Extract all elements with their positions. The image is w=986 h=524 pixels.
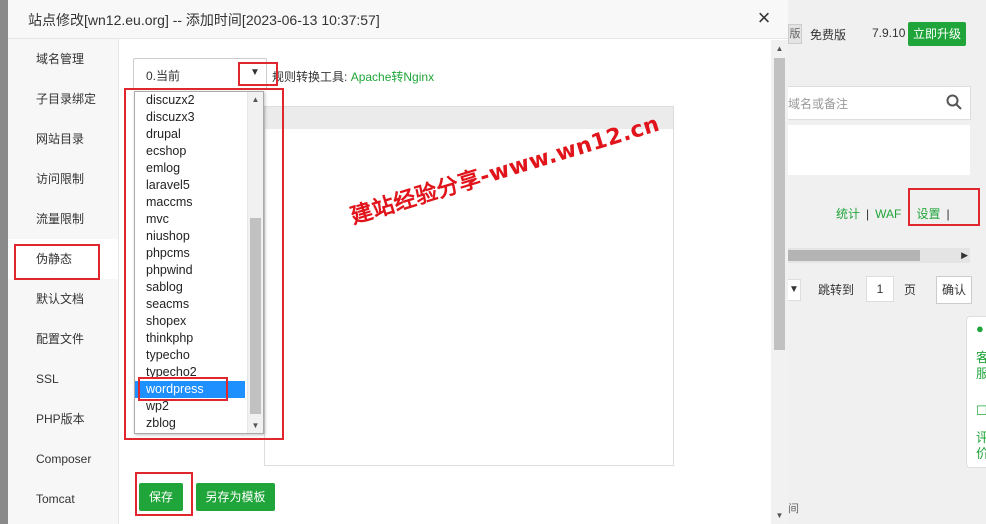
jump-to-label: 跳转到 bbox=[818, 283, 855, 297]
option-typecho[interactable]: typecho bbox=[135, 347, 245, 364]
rewrite-options-list[interactable]: discuzx2 discuzx3 drupal ecshop emlog la… bbox=[134, 91, 264, 434]
waf-link[interactable]: WAF bbox=[875, 207, 901, 221]
version-number: 7.9.10 bbox=[872, 26, 906, 40]
scroll-up-icon[interactable]: ▲ bbox=[771, 40, 788, 57]
option-laravel5[interactable]: laravel5 bbox=[135, 177, 245, 194]
dialog-title: 站点修改[wn12.eu.org] -- 添加时间[2023-06-13 10:… bbox=[28, 12, 380, 28]
option-mvc[interactable]: mvc bbox=[135, 211, 245, 228]
confirm-page-button[interactable]: 确认 bbox=[936, 276, 972, 304]
option-thinkphp[interactable]: thinkphp bbox=[135, 330, 245, 347]
page-number-input[interactable]: 1 bbox=[866, 276, 894, 302]
feedback-icon: ☐ bbox=[976, 403, 986, 418]
scroll-down-icon[interactable]: ▼ bbox=[248, 418, 263, 433]
option-maccms[interactable]: maccms bbox=[135, 194, 245, 211]
site-edit-dialog: 站点修改[wn12.eu.org] -- 添加时间[2023-06-13 10:… bbox=[8, 0, 788, 524]
option-seacms[interactable]: seacms bbox=[135, 296, 245, 313]
free-edition-label: 免费版 bbox=[810, 28, 847, 42]
upgrade-button[interactable]: 立即升级 bbox=[908, 22, 966, 46]
option-sablog[interactable]: sablog bbox=[135, 279, 245, 296]
nav-default-document[interactable]: 默认文档 bbox=[8, 279, 118, 319]
close-icon[interactable]: × bbox=[754, 7, 774, 29]
nav-rewrite[interactable]: 伪静态 bbox=[8, 239, 118, 279]
converter-label: 规则转换工具: bbox=[272, 70, 348, 84]
dropdown-scrollbar[interactable]: ▲ ▼ bbox=[247, 92, 263, 433]
option-shopex[interactable]: shopex bbox=[135, 313, 245, 330]
panel-char: 价 bbox=[976, 446, 986, 461]
nav-site-directory[interactable]: 网站目录 bbox=[8, 119, 118, 159]
option-ecshop[interactable]: ecshop bbox=[135, 143, 245, 160]
horizontal-scrollbar[interactable]: ▶ bbox=[788, 248, 970, 263]
stats-link[interactable]: 统计 bbox=[836, 207, 860, 221]
option-discuzx2[interactable]: discuzx2 bbox=[135, 92, 245, 109]
nav-tomcat[interactable]: Tomcat bbox=[8, 479, 118, 519]
search-placeholder: 域名或备注 bbox=[788, 97, 849, 111]
scroll-right-icon[interactable]: ▶ bbox=[961, 250, 968, 261]
nav-subdirectory-binding[interactable]: 子目录绑定 bbox=[8, 79, 118, 119]
nav-composer[interactable]: Composer bbox=[8, 439, 118, 479]
save-as-template-button[interactable]: 另存为模板 bbox=[196, 483, 275, 511]
scrollbar-thumb[interactable] bbox=[788, 250, 920, 261]
panel-char: 服 bbox=[976, 366, 986, 381]
page-size-dropdown[interactable]: ▼ bbox=[788, 279, 801, 301]
option-typecho2[interactable]: typecho2 bbox=[135, 364, 245, 381]
scroll-up-icon[interactable]: ▲ bbox=[248, 92, 263, 107]
nav-traffic-limit[interactable]: 流量限制 bbox=[8, 199, 118, 239]
rule-select-value: 0.当前 bbox=[146, 69, 181, 83]
rewrite-rule-editor[interactable] bbox=[264, 106, 674, 466]
save-button[interactable]: 保存 bbox=[139, 483, 183, 511]
dropdown-scroll-thumb[interactable] bbox=[250, 218, 261, 414]
option-drupal[interactable]: drupal bbox=[135, 126, 245, 143]
site-search[interactable]: 域名或备注 bbox=[788, 86, 971, 120]
option-phpcms[interactable]: phpcms bbox=[135, 245, 245, 262]
site-action-links: 统计 | WAF | 设置 | bbox=[836, 207, 950, 221]
option-wordpress[interactable]: wordpress bbox=[135, 381, 245, 398]
background-bottom-text: 间 bbox=[788, 503, 799, 515]
option-wp2[interactable]: wp2 bbox=[135, 398, 245, 415]
version-badge: 版 bbox=[788, 24, 802, 44]
nav-config-file[interactable]: 配置文件 bbox=[8, 319, 118, 359]
dialog-sidebar: 域名管理 子目录绑定 网站目录 访问限制 流量限制 伪静态 默认文档 配置文件 … bbox=[8, 39, 119, 524]
chevron-down-icon[interactable]: ▼ bbox=[244, 59, 266, 87]
dialog-header: 站点修改[wn12.eu.org] -- 添加时间[2023-06-13 10:… bbox=[8, 0, 788, 39]
nav-domain-management[interactable]: 域名管理 bbox=[8, 39, 118, 79]
service-icon: ● bbox=[976, 321, 984, 336]
pagination: ▼ 跳转到 1 页 确认 bbox=[788, 273, 986, 305]
settings-link[interactable]: 设置 bbox=[916, 207, 940, 221]
nav-php-version[interactable]: PHP版本 bbox=[8, 399, 118, 439]
page-unit-label: 页 bbox=[904, 283, 917, 297]
option-discuzx3[interactable]: discuzx3 bbox=[135, 109, 245, 126]
search-icon[interactable] bbox=[946, 94, 962, 113]
apache-to-nginx-link[interactable]: Apache转Nginx bbox=[351, 70, 434, 84]
converter-tool: 规则转换工具: Apache转Nginx bbox=[272, 68, 434, 85]
dialog-scrollbar[interactable]: ▲ ▼ bbox=[771, 40, 788, 524]
option-emlog[interactable]: emlog bbox=[135, 160, 245, 177]
nav-ssl[interactable]: SSL bbox=[8, 359, 118, 399]
option-niushop[interactable]: niushop bbox=[135, 228, 245, 245]
floating-service-panel[interactable]: ● 客 服 ☐ 评 价 bbox=[966, 316, 986, 468]
dialog-scroll-thumb[interactable] bbox=[774, 58, 785, 350]
rewrite-rule-select[interactable]: 0.当前 ▼ bbox=[133, 58, 267, 90]
option-zblog[interactable]: zblog bbox=[135, 415, 245, 432]
background-topbar: 版 免费版 7.9.10 立即升级 bbox=[788, 17, 986, 51]
option-phpwind[interactable]: phpwind bbox=[135, 262, 245, 279]
nav-access-limit[interactable]: 访问限制 bbox=[8, 159, 118, 199]
scroll-down-icon[interactable]: ▼ bbox=[771, 507, 788, 524]
background-card bbox=[788, 125, 970, 175]
